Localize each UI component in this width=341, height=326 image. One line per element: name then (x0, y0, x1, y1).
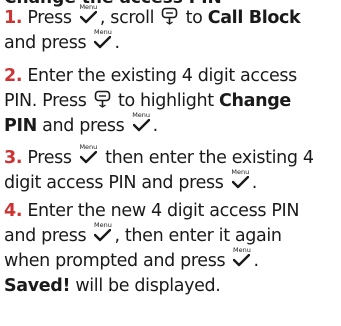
step-text: , then enter it again (114, 226, 282, 246)
menu-tick-icon: Menu (232, 247, 251, 267)
menu-tick-icon: Menu (79, 4, 98, 24)
step-text: . (152, 116, 159, 136)
step-2: 2. Enter the existing 4 digit access PIN… (4, 64, 338, 139)
step-text: Enter the new 4 digit access PIN (27, 201, 300, 221)
step-text: then enter the existing 4 (105, 148, 314, 168)
menu-target: Call Block (207, 8, 301, 28)
menu-target: Change (219, 91, 291, 111)
step-number: 4. (4, 201, 23, 221)
instruction-page: Change the access PIN 1. Press Menu , sc… (0, 0, 341, 326)
step-text: PIN. Press (4, 91, 87, 111)
step-text: and press (42, 116, 125, 136)
step-text: digit access PIN and press (4, 173, 224, 193)
menu-tick-icon: Menu (231, 169, 250, 189)
step-number: 2. (4, 66, 23, 86)
menu-tick-icon: Menu (132, 112, 151, 132)
menu-tick-icon: Menu (93, 29, 112, 49)
step-text: Press (27, 148, 72, 168)
menu-target: PIN (4, 116, 37, 136)
step-text: Enter the existing 4 digit access (27, 66, 297, 86)
scroll-updown-icon (161, 7, 178, 25)
step-text: when prompted and press (4, 251, 226, 271)
saved-message: Saved! (4, 276, 71, 296)
step-1: 1. Press Menu , scroll to Call Block and… (4, 4, 338, 56)
step-number: 3. (4, 148, 23, 168)
step-text: to (185, 8, 203, 28)
step-text: Press (27, 8, 72, 28)
step-text: , scroll (99, 8, 155, 28)
step-text: will be displayed. (75, 276, 221, 296)
step-text: . (114, 33, 120, 53)
scroll-updown-icon (94, 90, 111, 108)
step-3: 3. Press Menu then enter the existing 4 … (4, 144, 338, 196)
step-4: 4. Enter the new 4 digit access PIN and … (4, 199, 338, 299)
menu-tick-icon: Menu (93, 222, 112, 242)
step-text: . (251, 173, 258, 193)
step-number: 1. (4, 8, 23, 28)
menu-tick-icon: Menu (79, 144, 98, 164)
step-text: and press (4, 226, 87, 246)
step-text: . (253, 251, 259, 271)
step-text: to highlight (117, 91, 214, 111)
step-text: and press (4, 33, 87, 53)
